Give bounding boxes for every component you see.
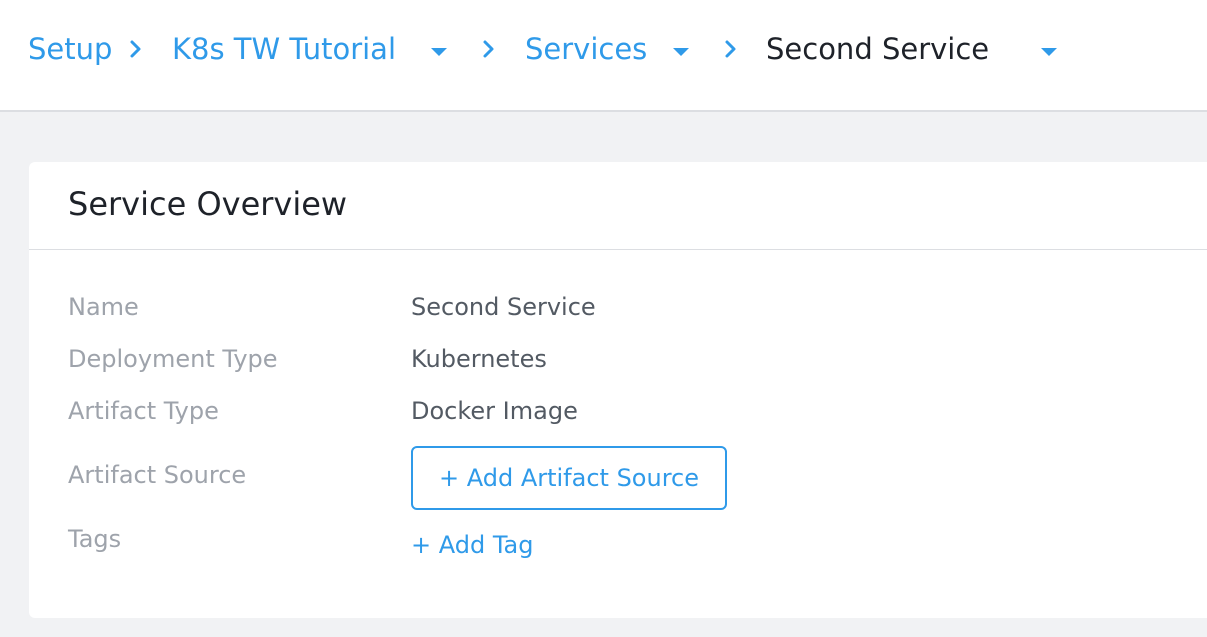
chevron-right-icon xyxy=(130,40,141,58)
add-tag-link[interactable]: + Add Tag xyxy=(411,531,533,559)
deployment-type-value: Kubernetes xyxy=(411,345,547,373)
add-artifact-source-button[interactable]: + Add Artifact Source xyxy=(411,446,727,510)
breadcrumb-services-link[interactable]: Services xyxy=(525,30,647,68)
deployment-type-label: Deployment Type xyxy=(68,345,278,373)
top-bar: Setup K8s TW Tutorial Services Second Se… xyxy=(0,0,1207,112)
chevron-right-icon xyxy=(725,40,736,58)
chevron-right-icon xyxy=(483,40,494,58)
artifact-type-value: Docker Image xyxy=(411,397,578,425)
breadcrumb-application-link[interactable]: K8s TW Tutorial xyxy=(172,30,396,68)
caret-down-icon[interactable] xyxy=(431,48,447,56)
name-value: Second Service xyxy=(411,293,596,321)
tags-label: Tags xyxy=(68,525,122,553)
name-label: Name xyxy=(68,293,139,321)
card-title: Service Overview xyxy=(68,185,348,223)
caret-down-icon[interactable] xyxy=(1041,48,1057,56)
caret-down-icon[interactable] xyxy=(673,48,689,56)
service-overview-card: Service Overview Name Second Service Dep… xyxy=(29,162,1207,618)
artifact-source-label: Artifact Source xyxy=(68,461,247,489)
card-header: Service Overview xyxy=(29,162,1207,250)
artifact-type-label: Artifact Type xyxy=(68,397,219,425)
breadcrumb-setup-link[interactable]: Setup xyxy=(28,30,112,68)
breadcrumb-current-service: Second Service xyxy=(766,32,990,66)
